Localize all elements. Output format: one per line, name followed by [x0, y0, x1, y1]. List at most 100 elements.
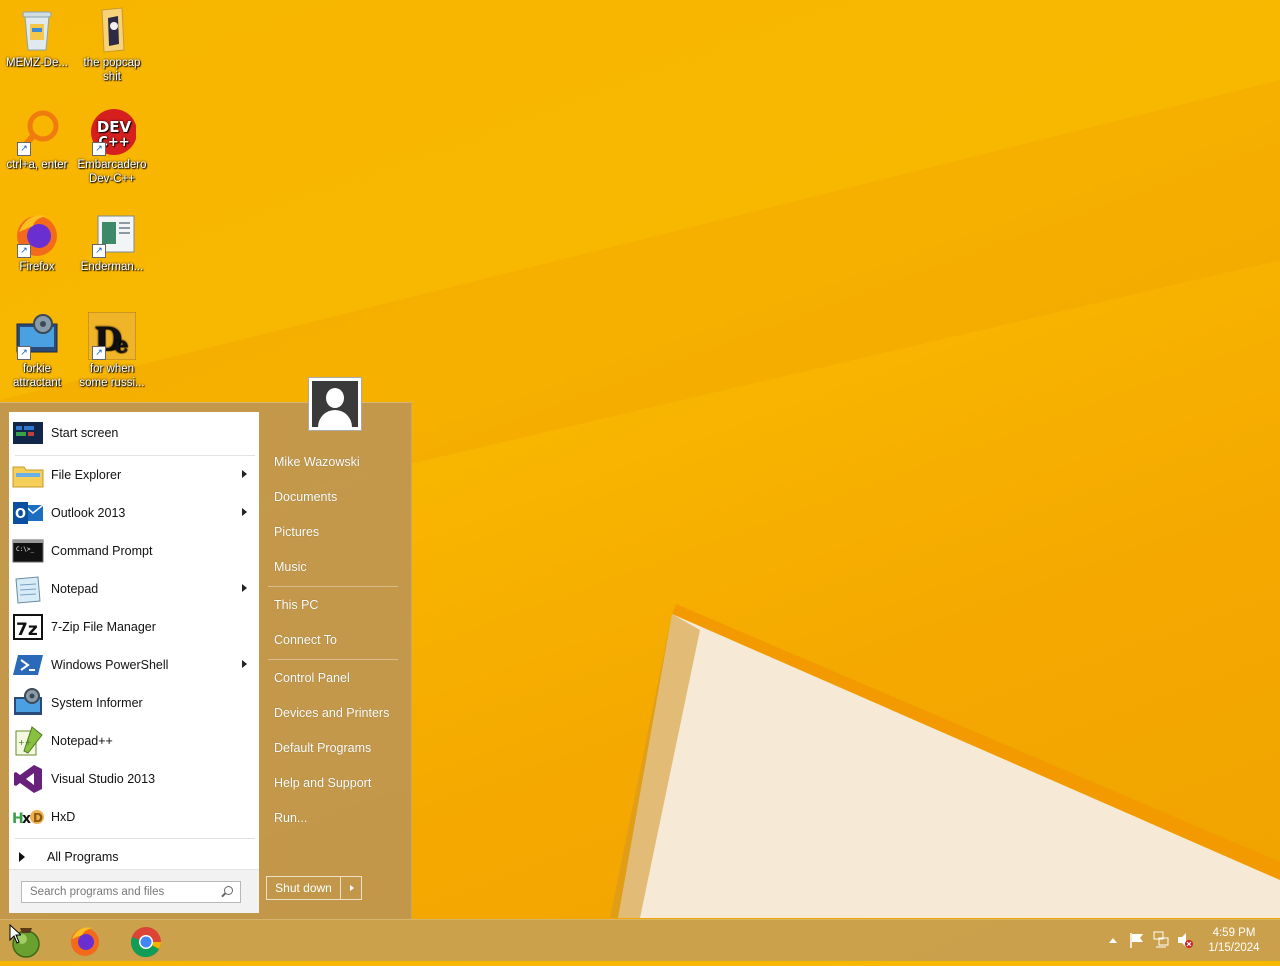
program-command-prompt[interactable]: C:\>_ Command Prompt	[9, 532, 259, 570]
start-menu-programs-pane: Start screen File Explorer O Outlook 201…	[9, 412, 259, 913]
hxd-icon: HxD	[12, 801, 44, 833]
program-label: File Explorer	[51, 468, 122, 482]
link-connect-to[interactable]: Connect To	[274, 633, 337, 647]
outlook-icon: O	[12, 497, 44, 529]
volume-button[interactable]	[1176, 920, 1194, 961]
desktop-icon-label: Embarcadero Dev-C++	[77, 159, 147, 185]
shortcut-arrow-icon: ↗	[92, 244, 106, 258]
firefox-icon: ↗	[13, 210, 61, 258]
link-control-panel[interactable]: Control Panel	[274, 671, 350, 685]
all-programs-label: All Programs	[47, 850, 119, 864]
desktop-icon-label: ctrl+a, enter	[6, 159, 68, 171]
taskbar-firefox[interactable]	[68, 924, 102, 958]
notepad-icon	[12, 573, 44, 605]
mouse-pointer-icon	[9, 924, 21, 944]
desktop-icon-firefox[interactable]: ↗ Firefox	[1, 210, 73, 274]
show-hidden-icons-button[interactable]	[1106, 920, 1120, 961]
svg-text:7z: 7z	[16, 620, 38, 640]
program-system-informer[interactable]: System Informer	[9, 684, 259, 722]
devcpp-icon: DEV C++ ↗	[88, 108, 137, 156]
desktop-icon-label: forkie attractant	[13, 363, 61, 389]
link-help-and-support[interactable]: Help and Support	[274, 776, 371, 790]
visual-studio-icon	[12, 763, 44, 795]
desktop-icon-memz[interactable]: MEMZ-De...	[1, 6, 73, 70]
program-label: Outlook 2013	[51, 506, 126, 520]
magnifier-icon: ↗	[13, 108, 61, 156]
chrome-icon	[131, 927, 161, 958]
desktop-icon-russi[interactable]: D e ↗ for when some russi...	[76, 311, 148, 390]
powershell-icon	[12, 649, 44, 681]
volume-muted-icon	[1178, 933, 1193, 948]
program-powershell[interactable]: Windows PowerShell	[9, 646, 259, 684]
recycle-bin-icon	[13, 6, 61, 54]
link-devices-and-printers[interactable]: Devices and Printers	[274, 706, 389, 720]
taskbar-clock[interactable]: 4:59 PM 1/15/2024	[1204, 926, 1264, 956]
desktop-icon-label: for when some russi...	[79, 363, 145, 389]
link-pictures[interactable]: Pictures	[274, 525, 319, 539]
start-menu: Start screen File Explorer O Outlook 201…	[0, 402, 412, 920]
user-name-link[interactable]: Mike Wazowski	[274, 455, 360, 469]
shortcut-arrow-icon: ↗	[17, 346, 31, 360]
svg-text:DEV: DEV	[97, 118, 132, 136]
submenu-arrow-icon[interactable]	[242, 660, 247, 668]
program-label: Notepad	[51, 582, 99, 596]
program-7zip[interactable]: 7z 7-Zip File Manager	[9, 608, 259, 646]
shutdown-button[interactable]: Shut down	[267, 877, 341, 899]
submenu-arrow-icon[interactable]	[242, 584, 247, 592]
link-this-pc[interactable]: This PC	[274, 598, 318, 612]
shortcut-arrow-icon: ↗	[92, 346, 106, 360]
program-start-screen[interactable]: Start screen	[9, 414, 259, 452]
search-area: Search programs and files	[9, 869, 259, 913]
search-icon[interactable]	[224, 886, 233, 895]
taskbar-chrome[interactable]	[129, 924, 163, 958]
program-label: Windows PowerShell	[51, 658, 169, 672]
program-hxd[interactable]: HxD HxD	[9, 798, 259, 836]
all-programs-button[interactable]: All Programs	[9, 843, 259, 871]
user-account-picture[interactable]	[308, 377, 362, 431]
firefox-icon	[71, 927, 99, 956]
link-documents[interactable]: Documents	[274, 490, 337, 504]
program-file-explorer[interactable]: File Explorer	[9, 456, 259, 494]
svg-text:x: x	[22, 811, 31, 827]
desktop-icon-enderman[interactable]: ↗ Enderman...	[76, 210, 148, 274]
submenu-arrow-icon[interactable]	[242, 508, 247, 516]
divider	[15, 838, 255, 839]
program-visual-studio[interactable]: Visual Studio 2013	[9, 760, 259, 798]
svg-text:O: O	[15, 507, 26, 522]
command-prompt-icon: C:\>_	[12, 535, 44, 567]
divider	[268, 659, 398, 660]
network-button[interactable]	[1152, 920, 1170, 961]
7zip-icon: 7z	[12, 611, 44, 643]
program-notepad[interactable]: Notepad	[9, 570, 259, 608]
network-icon	[1153, 931, 1169, 948]
submenu-arrow-icon[interactable]	[242, 470, 247, 478]
desktop-icon-popcap[interactable]: the popcap shit	[76, 6, 148, 84]
svg-text:++: ++	[18, 738, 31, 747]
folder-icon	[88, 6, 136, 54]
program-outlook[interactable]: O Outlook 2013	[9, 494, 259, 532]
desktop-icon-forkie[interactable]: ↗ forkie attractant	[1, 312, 73, 390]
search-input[interactable]: Search programs and files	[21, 881, 241, 903]
system-informer-icon	[12, 687, 44, 719]
desktop-icon-label: Enderman...	[80, 261, 144, 273]
shutdown-options-button[interactable]	[341, 877, 361, 899]
desktop-icon-ctrl-a[interactable]: ↗ ctrl+a, enter	[1, 108, 73, 172]
shutdown-button-group: Shut down	[266, 876, 362, 900]
desktop-icon-label: Firefox	[19, 261, 55, 273]
desktop-icon-label: MEMZ-De...	[6, 57, 68, 69]
shortcut-arrow-icon: ↗	[17, 244, 31, 258]
program-label: Start screen	[51, 426, 119, 440]
action-center-flag-icon	[1130, 933, 1143, 948]
program-label: Command Prompt	[51, 544, 153, 558]
expand-arrow-icon	[19, 852, 25, 862]
link-default-programs[interactable]: Default Programs	[274, 741, 371, 755]
taskbar: 4:59 PM 1/15/2024	[0, 919, 1280, 961]
link-music[interactable]: Music	[274, 560, 307, 574]
program-label: Visual Studio 2013	[51, 772, 156, 786]
program-label: HxD	[51, 810, 76, 824]
link-run[interactable]: Run...	[274, 811, 307, 825]
program-notepadpp[interactable]: ++ Notepad++	[9, 722, 259, 760]
notepadpp-icon: ++	[12, 725, 44, 757]
desktop-icon-devcpp[interactable]: DEV C++ ↗ Embarcadero Dev-C++	[76, 108, 148, 186]
action-center-button[interactable]	[1128, 920, 1146, 961]
